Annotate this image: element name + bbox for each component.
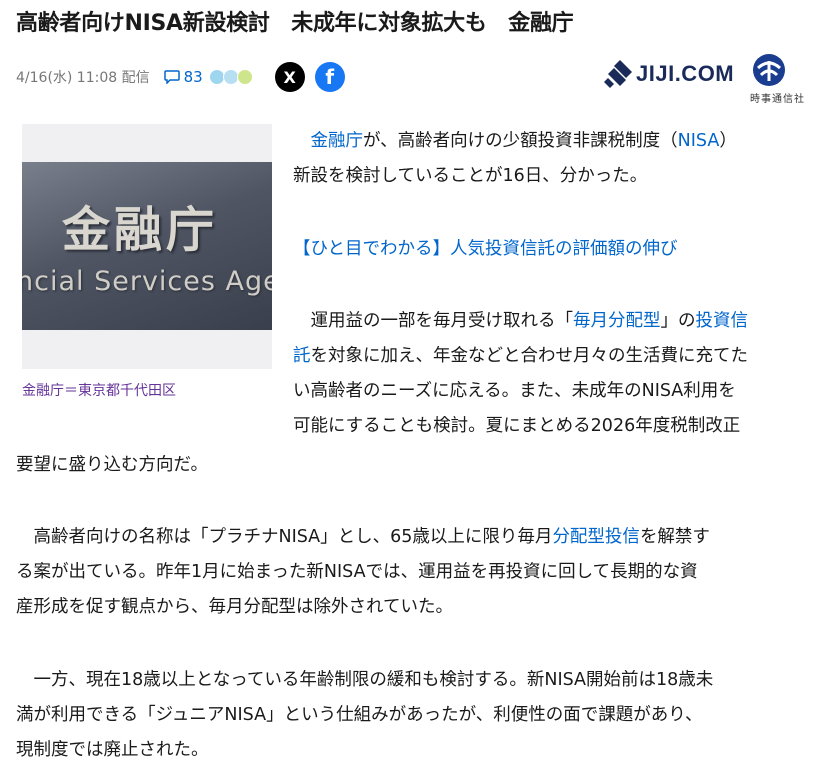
paragraph-3: 運用益の一部を毎月受け取れる「毎月分配型」の投資信 託を対象に加え、年金などと合…: [293, 304, 823, 444]
paragraph-text: 」の: [660, 311, 696, 331]
photo-sign-english: ncial Services Agency: [22, 266, 272, 297]
paragraph-text: 高齢者向けの名称は「プラチナNISA」とし、65歳以上に限り毎月: [33, 527, 553, 547]
comment-count: 83: [183, 68, 203, 86]
investment-trust-link-cont[interactable]: 託: [293, 346, 311, 366]
publish-datetime: 4/16(水) 11:08 配信: [16, 70, 150, 86]
paragraph-3-line-2: 託を対象に加え、年金などと合わせ月々の生活費に充てた: [293, 339, 823, 374]
paragraph-5-line-3: 現制度では廃止された。: [16, 740, 209, 760]
comment-icon: [163, 70, 180, 84]
article-title: 高齢者向けNISA新設検討 未成年に対象拡大も 金融庁: [16, 11, 574, 36]
paragraph-text: を対象に加え、年金などと合わせ月々の生活費に充てた: [310, 346, 749, 366]
nisa-link[interactable]: NISA: [678, 131, 720, 151]
paragraph-text: 運用益の一部を毎月受け取れる「: [310, 311, 574, 331]
jiji-logo-main: JIJI.COM: [604, 54, 786, 88]
monthly-distribution-link[interactable]: 毎月分配型: [573, 311, 661, 331]
paragraph-5-line-2: 満が利用できる「ジュニアNISA」という仕組みがあったが、利便性の面で課題があり…: [16, 705, 703, 725]
paragraph-1: 金融庁が、高齢者向けの少額投資非課税制度（NISA） 新設を検討していることが1…: [293, 124, 823, 194]
photo-caption: 金融庁＝東京都千代田区: [22, 383, 176, 399]
photo-sign-kanji: 金融庁: [62, 202, 219, 258]
jiji-logo[interactable]: JIJI.COM 時事通信社: [604, 54, 820, 105]
paragraph-3-line-1: 運用益の一部を毎月受け取れる「毎月分配型」の投資信: [293, 304, 823, 339]
paragraph-1-line-1: 金融庁が、高齢者向けの少額投資非課税制度（NISA）: [293, 124, 823, 159]
paragraph-4: 高齢者向けの名称は「プラチナNISA」とし、65歳以上に限り毎月分配型投信を解禁…: [16, 520, 826, 625]
paragraph-3-line-3: い高齢者のニーズに応える。また、未成年のNISA利用を: [293, 381, 736, 401]
paragraph-5-line-1: 一方、現在18歳以上となっている年齢制限の緩和も検討する。新NISA開始前は18…: [33, 670, 714, 690]
jiji-logo-subtitle: 時事通信社: [750, 94, 805, 105]
paragraph-3-line-5: 要望に盛り込む方向だ。: [16, 455, 208, 475]
article-meta: 4/16(水) 11:08 配信 83 X f: [16, 62, 345, 92]
fsa-link[interactable]: 金融庁: [311, 131, 364, 151]
article-photo[interactable]: 金融庁 ncial Services Agency: [22, 124, 272, 369]
related-article-link[interactable]: 【ひと目でわかる】人気投資信託の評価額の伸び: [293, 232, 823, 267]
paragraph-3-line-4: 可能にすることも検討。夏にまとめる2026年度税制改正: [293, 416, 741, 436]
paragraph-4-line-2: る案が出ている。昨年1月に始まった新NISAでは、運用益を再投資に回して長期的な…: [16, 562, 698, 582]
share-buttons: X f: [274, 62, 345, 92]
jiji-emblem-icon: [753, 54, 786, 86]
paragraph-5: 一方、現在18歳以上となっている年齢制限の緩和も検討する。新NISA開始前は18…: [16, 663, 826, 768]
paragraph-text: ）: [719, 131, 737, 151]
paragraph-4-line-1: 高齢者向けの名称は「プラチナNISA」とし、65歳以上に限り毎月分配型投信を解禁…: [16, 520, 826, 555]
paragraph-3-end: 要望に盛り込む方向だ。: [16, 448, 826, 483]
paragraph-2: 【ひと目でわかる】人気投資信託の評価額の伸び: [293, 232, 823, 267]
paragraph-text: が、高齢者向けの少額投資非課税制度（: [363, 131, 678, 151]
distribution-trust-link[interactable]: 分配型投信: [552, 527, 640, 547]
facebook-share-icon[interactable]: f: [314, 62, 345, 92]
investment-trust-link[interactable]: 投資信: [696, 311, 749, 331]
reaction-face-icon: [236, 69, 253, 85]
x-share-icon[interactable]: X: [274, 62, 305, 92]
paragraph-1-line-2: 新設を検討していることが16日、分かった。: [293, 166, 648, 186]
comments-link[interactable]: 83: [163, 68, 203, 86]
jiji-logo-text: JIJI.COM: [636, 61, 735, 86]
reaction-faces-icon[interactable]: [208, 69, 253, 85]
jiji-logo-icon: [604, 60, 632, 88]
paragraph-4-line-3: 産形成を促す観点から、毎月分配型は除外されていた。: [16, 597, 453, 617]
photo-image: 金融庁 ncial Services Agency: [22, 162, 272, 330]
paragraph-text: を解禁す: [639, 527, 710, 547]
